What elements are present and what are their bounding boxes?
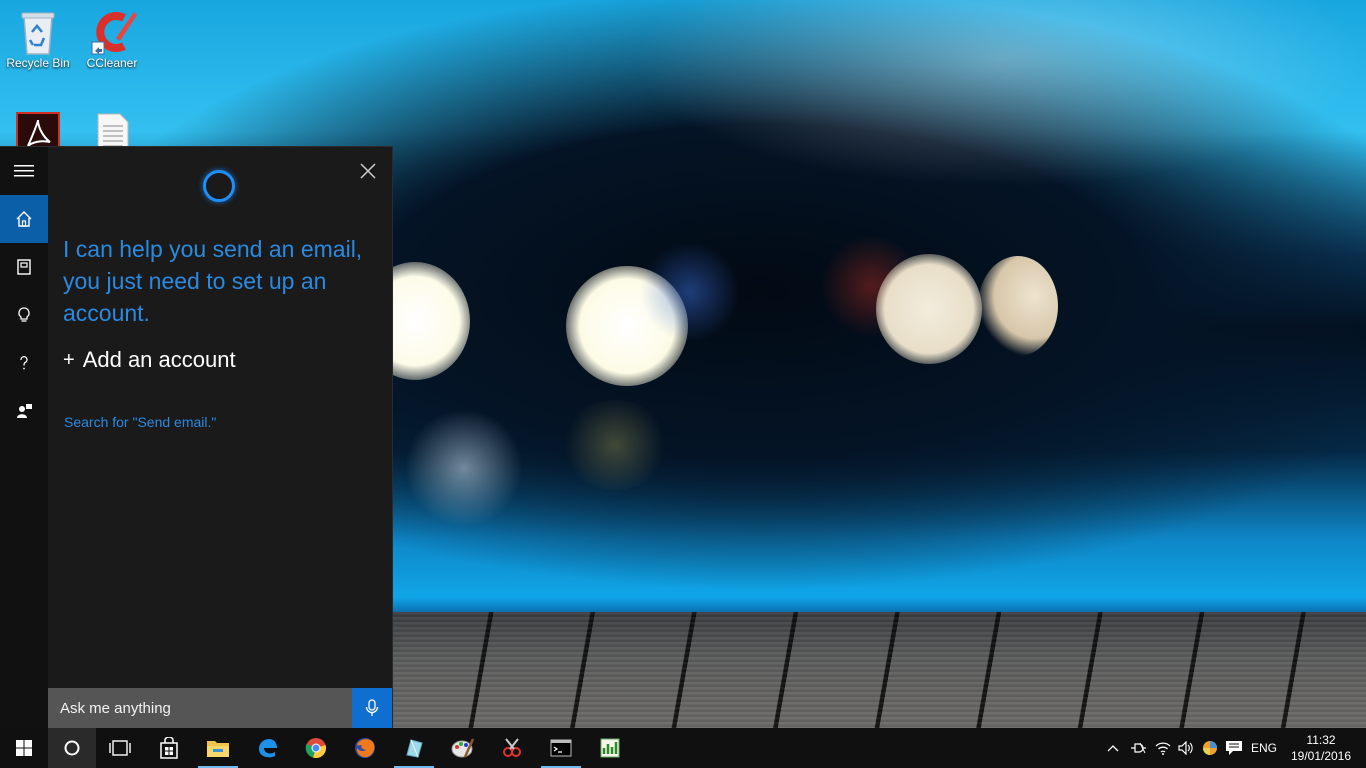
speaker-icon bbox=[1178, 741, 1193, 755]
bokeh-light bbox=[640, 242, 740, 342]
add-account-label: Add an account bbox=[82, 347, 236, 372]
taskbar-paint[interactable] bbox=[439, 728, 487, 768]
taskbar-store[interactable] bbox=[145, 728, 193, 768]
paint-icon bbox=[451, 738, 475, 758]
taskbar-chrome[interactable] bbox=[292, 728, 340, 768]
input-language-button[interactable]: ENG bbox=[1248, 728, 1280, 768]
snipping-tool-icon bbox=[503, 738, 521, 757]
rail-home-button[interactable] bbox=[0, 195, 48, 243]
lightbulb-icon bbox=[18, 307, 30, 322]
add-account-link[interactable]: + Add an account bbox=[63, 347, 236, 373]
feedback-icon bbox=[17, 404, 32, 418]
rail-help-button[interactable] bbox=[0, 339, 48, 387]
show-hidden-icons-button[interactable] bbox=[1103, 728, 1123, 768]
desktop-icon-recycle-bin[interactable]: Recycle Bin bbox=[0, 0, 76, 70]
question-icon bbox=[20, 356, 28, 370]
wooden-deck-grain bbox=[392, 612, 1366, 728]
text-document-icon bbox=[90, 112, 134, 146]
bokeh-light bbox=[876, 254, 982, 364]
desktop-icon-ccleaner[interactable]: CCleaner bbox=[74, 0, 150, 70]
crystal-app-icon bbox=[406, 739, 423, 758]
rail-reminders-button[interactable] bbox=[0, 291, 48, 339]
folder-icon bbox=[207, 741, 229, 757]
cortana-circle-icon bbox=[64, 740, 80, 756]
cortana-ring-icon bbox=[203, 170, 235, 202]
ask-me-anything-input[interactable] bbox=[48, 698, 342, 718]
hamburger-icon bbox=[14, 165, 34, 177]
cortana-search-box[interactable] bbox=[48, 688, 352, 728]
close-button[interactable] bbox=[356, 159, 380, 183]
tray-wifi-button[interactable] bbox=[1152, 728, 1174, 768]
task-view-button[interactable] bbox=[96, 728, 144, 768]
taskbar-app-crystal[interactable] bbox=[390, 728, 438, 768]
desktop-icon-adobe-reader[interactable] bbox=[0, 104, 76, 146]
chrome-icon bbox=[305, 738, 326, 758]
taskbar-snipping-tool[interactable] bbox=[488, 728, 536, 768]
taskbar-firefox[interactable] bbox=[341, 728, 389, 768]
cortana-message: I can help you send an email, you just n… bbox=[63, 236, 363, 326]
hamburger-menu-button[interactable] bbox=[0, 147, 48, 195]
taskbar-file-explorer[interactable] bbox=[194, 728, 242, 768]
taskbar-edge[interactable] bbox=[243, 728, 291, 768]
clock-time: 11:32 bbox=[1306, 733, 1336, 747]
start-button[interactable] bbox=[0, 728, 48, 768]
command-prompt-icon bbox=[550, 739, 572, 757]
bokeh-light bbox=[560, 400, 670, 490]
tray-colorful-app-icon bbox=[1203, 741, 1217, 755]
ccleaner-icon bbox=[90, 8, 137, 55]
home-icon bbox=[16, 211, 32, 227]
cortana-taskbar-button[interactable] bbox=[48, 728, 96, 768]
taskbar: ENG 11:32 19/01/2016 bbox=[0, 728, 1366, 768]
search-web-link[interactable]: Search for "Send email." bbox=[64, 414, 216, 430]
task-view-icon bbox=[109, 740, 131, 756]
bokeh-light bbox=[978, 256, 1058, 356]
clock-button[interactable]: 11:32 19/01/2016 bbox=[1286, 732, 1356, 764]
power-plug-icon bbox=[1131, 742, 1146, 754]
firefox-icon bbox=[355, 738, 375, 758]
rail-notebook-button[interactable] bbox=[0, 243, 48, 291]
bokeh-light bbox=[404, 410, 524, 526]
microphone-button[interactable] bbox=[352, 688, 392, 728]
plus-icon: + bbox=[63, 348, 75, 371]
edge-icon bbox=[259, 739, 277, 758]
chevron-up-icon bbox=[1107, 745, 1119, 752]
taskbar-spreadsheet-app[interactable] bbox=[586, 728, 634, 768]
taskbar-command-prompt[interactable] bbox=[537, 728, 585, 768]
wifi-icon bbox=[1155, 742, 1171, 755]
desktop-icon-label: Recycle Bin bbox=[6, 56, 70, 70]
tray-volume-button[interactable] bbox=[1175, 728, 1197, 768]
recycle-bin-icon bbox=[16, 8, 60, 55]
notification-icon bbox=[1226, 741, 1242, 755]
microphone-icon bbox=[365, 699, 379, 716]
tray-app-button[interactable] bbox=[1199, 728, 1221, 768]
close-icon bbox=[360, 163, 376, 179]
clock-date: 19/01/2016 bbox=[1290, 749, 1352, 763]
desktop-icon-label: CCleaner bbox=[86, 56, 138, 70]
notebook-icon bbox=[17, 259, 31, 275]
action-center-button[interactable] bbox=[1222, 728, 1246, 768]
cortana-nav-rail bbox=[0, 147, 48, 729]
tray-power-icon-button[interactable] bbox=[1126, 728, 1150, 768]
desktop-icon-text-document[interactable] bbox=[74, 104, 150, 146]
adobe-reader-icon bbox=[16, 112, 60, 146]
spreadsheet-icon bbox=[600, 738, 620, 758]
windows-logo-icon bbox=[16, 740, 32, 756]
store-icon bbox=[160, 737, 178, 759]
rail-feedback-button[interactable] bbox=[0, 387, 48, 435]
